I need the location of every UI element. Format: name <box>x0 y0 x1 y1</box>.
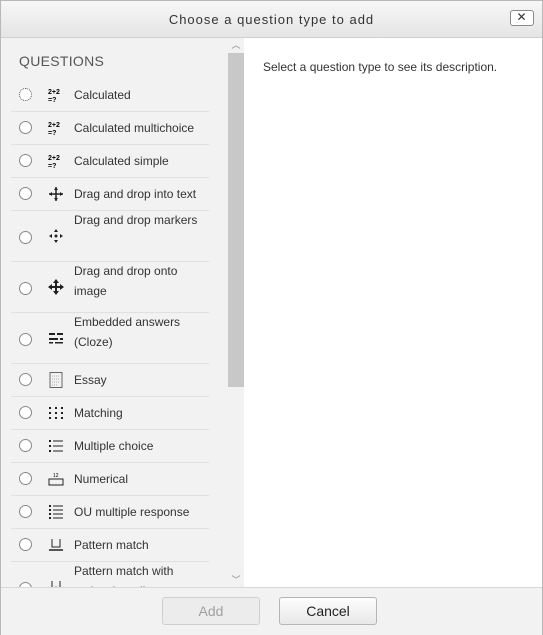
dialog-titlebar: Choose a question type to add ✕ <box>1 1 542 38</box>
radio-matching[interactable] <box>19 406 32 419</box>
drag-drop-text-icon <box>47 186 65 202</box>
calculated-multichoice-icon: 2+2 =? <box>47 120 65 137</box>
svg-text:=?: =? <box>48 97 56 103</box>
option-label: OU multiple response <box>74 505 190 519</box>
radio-drag-drop-text[interactable] <box>19 187 32 200</box>
option-label: Pattern match with molecular editor <box>74 564 174 587</box>
question-options-pane: QUESTIONS 2+2 =? Calculated 2+2 =? Calcula… <box>1 38 244 587</box>
radio-calculated-simple[interactable] <box>19 154 32 167</box>
radio-essay[interactable] <box>19 373 32 386</box>
radio-calculated-multichoice[interactable] <box>19 121 32 134</box>
svg-text:2+2: 2+2 <box>48 122 60 129</box>
section-header-questions: QUESTIONS <box>19 53 105 69</box>
option-label: Drag and drop markers <box>74 213 198 227</box>
drag-drop-image-icon <box>47 279 65 295</box>
svg-text:2+2: 2+2 <box>48 89 60 96</box>
description-text: Select a question type to see its descri… <box>263 60 498 74</box>
radio-calculated[interactable] <box>19 88 32 101</box>
radio-drag-drop-image[interactable] <box>19 282 32 295</box>
option-essay[interactable]: Essay <box>11 364 209 397</box>
radio-pattern-match[interactable] <box>19 538 32 551</box>
dialog-title: Choose a question type to add <box>168 12 375 27</box>
option-label: Multiple choice <box>74 439 154 453</box>
option-ou-multiple-response[interactable]: OU multiple response <box>11 496 209 529</box>
matching-icon <box>47 405 65 421</box>
multiple-choice-icon <box>47 438 65 454</box>
numerical-icon: 12 <box>47 471 65 487</box>
calculated-simple-icon: 2+2 =? <box>47 153 65 170</box>
multiple-response-icon <box>47 504 65 520</box>
question-type-list: 2+2 =? Calculated 2+2 =? Calculated multic… <box>1 79 228 587</box>
option-label: Matching <box>74 406 123 420</box>
essay-icon <box>47 372 65 388</box>
svg-text:2+2: 2+2 <box>48 155 60 162</box>
option-label: Numerical <box>74 472 129 486</box>
option-label: Calculated multichoice <box>74 121 195 135</box>
option-calculated[interactable]: 2+2 =? Calculated <box>11 79 209 112</box>
radio-ou-multiple-response[interactable] <box>19 505 32 518</box>
option-drag-drop-markers[interactable]: Drag and drop markers <box>11 211 209 262</box>
option-label: Embedded answers (Cloze) <box>74 315 181 349</box>
option-numerical[interactable]: 12 Numerical <box>11 463 209 496</box>
option-cloze[interactable]: Embedded answers (Cloze) <box>11 313 209 364</box>
svg-text:=?: =? <box>48 163 56 169</box>
close-icon[interactable]: ✕ <box>510 10 534 26</box>
add-button[interactable]: Add <box>162 597 260 625</box>
pattern-match-icon <box>47 537 65 553</box>
scrollbar-thumb[interactable] <box>228 53 244 387</box>
radio-drag-drop-markers[interactable] <box>19 231 32 244</box>
description-pane: Select a question type to see its descri… <box>244 38 542 587</box>
option-pattern-match[interactable]: Pattern match <box>11 529 209 562</box>
svg-text:=?: =? <box>48 130 56 136</box>
dialog-footer: Add Cancel <box>1 587 542 635</box>
option-label: Drag and drop into text <box>74 187 197 201</box>
svg-text:12: 12 <box>53 473 59 479</box>
cancel-button[interactable]: Cancel <box>279 597 377 625</box>
scroll-down-icon[interactable]: ﹀ <box>228 573 244 587</box>
option-calculated-simple[interactable]: 2+2 =? Calculated simple <box>11 145 209 178</box>
option-matching[interactable]: Matching <box>11 397 209 430</box>
option-label: Calculated simple <box>74 154 169 168</box>
calculated-icon: 2+2 =? <box>47 87 65 104</box>
option-label: Calculated <box>74 88 131 102</box>
radio-cloze[interactable] <box>19 333 32 346</box>
options-scrollbar[interactable]: ︿ ﹀ <box>228 38 244 587</box>
drag-drop-markers-icon <box>47 228 65 244</box>
option-drag-drop-text[interactable]: Drag and drop into text <box>11 178 209 211</box>
cloze-icon <box>47 330 65 346</box>
option-pattern-match-molecular[interactable]: Pattern match with molecular editor <box>11 562 209 587</box>
option-label: Pattern match <box>74 538 149 552</box>
radio-multiple-choice[interactable] <box>19 439 32 452</box>
option-multiple-choice[interactable]: Multiple choice <box>11 430 209 463</box>
scroll-up-icon[interactable]: ︿ <box>228 38 244 52</box>
option-calculated-multichoice[interactable]: 2+2 =? Calculated multichoice <box>11 112 209 145</box>
option-drag-drop-image[interactable]: Drag and drop onto image <box>11 262 209 313</box>
option-label: Drag and drop onto image <box>74 264 178 298</box>
option-label: Essay <box>74 373 107 387</box>
pattern-match-molecular-icon <box>47 579 65 587</box>
choose-question-type-dialog: Choose a question type to add ✕ QUESTION… <box>0 0 543 635</box>
radio-numerical[interactable] <box>19 472 32 485</box>
